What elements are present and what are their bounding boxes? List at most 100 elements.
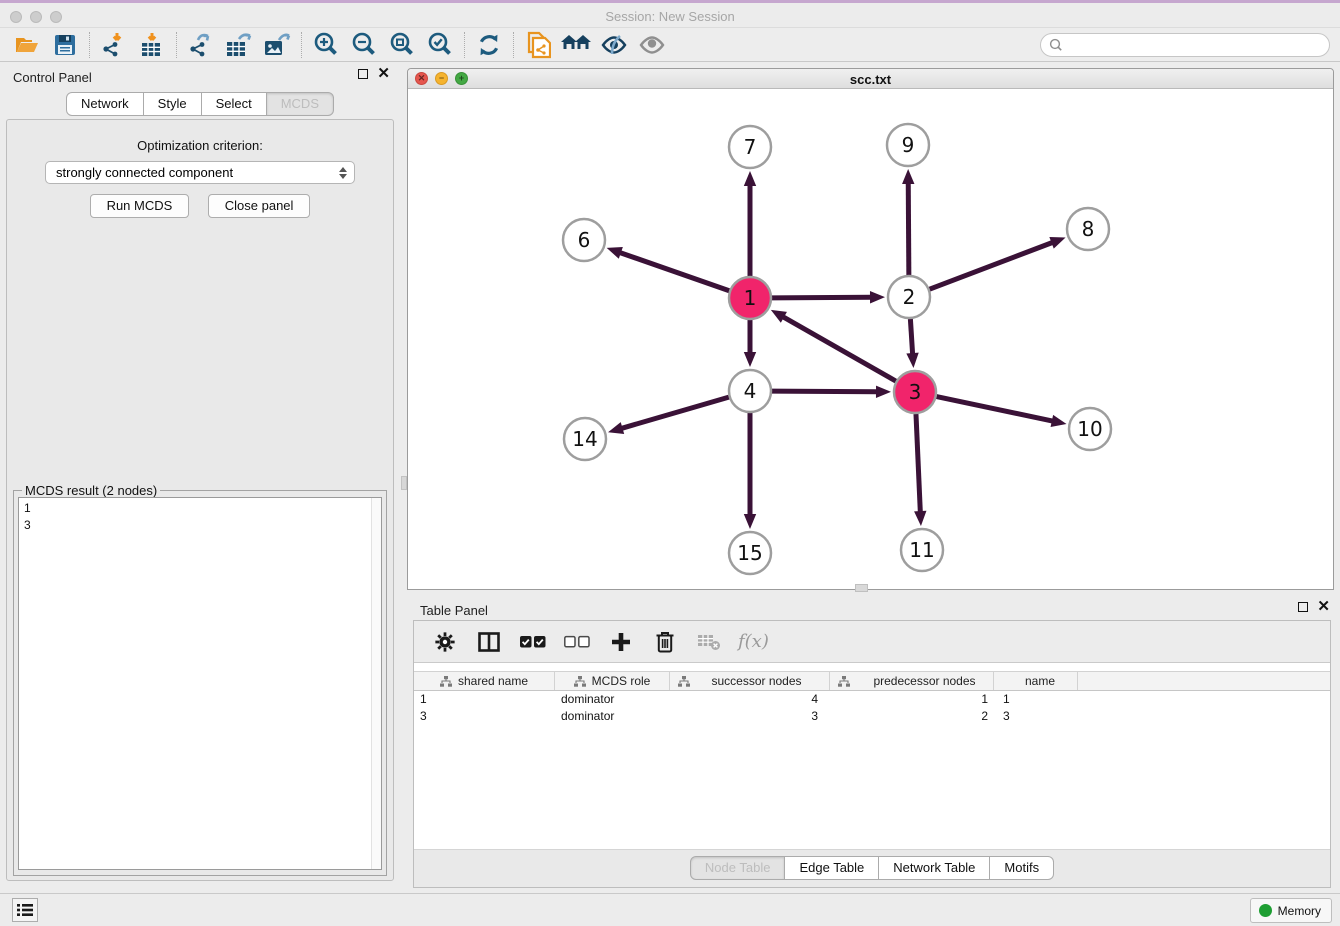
new-network-icon[interactable]	[519, 30, 557, 60]
graph-edge[interactable]	[916, 414, 920, 513]
table-toolbar: f(x)	[414, 621, 1330, 663]
graph-node-label: 6	[578, 228, 591, 252]
column-header-name[interactable]: name	[994, 672, 1078, 690]
export-image-icon[interactable]	[258, 30, 296, 60]
close-panel-button[interactable]: Close panel	[208, 194, 311, 218]
home-icon[interactable]	[557, 30, 595, 60]
control-panel: Control Panel ✕ Network Style Select MCD…	[0, 62, 400, 893]
zoom-fit-icon[interactable]	[383, 30, 421, 60]
status-bar: Memory	[0, 893, 1340, 926]
graph-edge[interactable]	[782, 316, 896, 381]
tab-node-table[interactable]: Node Table	[690, 856, 786, 880]
graph-edge-arrowhead	[870, 291, 885, 303]
search-input[interactable]	[1063, 38, 1329, 52]
memory-button[interactable]: Memory	[1250, 898, 1332, 923]
float-table-panel-icon[interactable]	[1298, 602, 1308, 612]
toolbar-separator	[176, 32, 177, 58]
show-column-panel-icon[interactable]	[474, 627, 504, 657]
search-box[interactable]	[1040, 33, 1330, 57]
graph-edge[interactable]	[908, 182, 909, 275]
zoom-in-icon[interactable]	[307, 30, 345, 60]
graph-edge-arrowhead	[902, 169, 914, 184]
graph-edge[interactable]	[930, 242, 1054, 289]
open-session-icon[interactable]	[8, 30, 46, 60]
graph-edge[interactable]	[772, 391, 878, 392]
network-title: scc.txt	[408, 72, 1333, 87]
run-mcds-button[interactable]: Run MCDS	[90, 194, 190, 218]
mcds-result-fieldset: MCDS result (2 nodes) 1 3	[13, 490, 387, 876]
window-titlebar: Session: New Session	[0, 0, 1340, 28]
export-table-icon[interactable]	[220, 30, 258, 60]
column-header-shared-name[interactable]: shared name	[414, 672, 555, 690]
graph-edge-arrowhead	[744, 514, 756, 529]
cell-mcds-role[interactable]: dominator	[555, 691, 670, 708]
tab-mcds[interactable]: MCDS	[267, 92, 334, 116]
graph-edge[interactable]	[772, 297, 872, 298]
cell-mcds-role[interactable]: dominator	[555, 708, 670, 725]
graph-edge[interactable]	[910, 319, 912, 355]
export-network-icon[interactable]	[182, 30, 220, 60]
network-graph[interactable]: 1234678910111415	[408, 89, 1333, 589]
unselect-all-columns-icon[interactable]	[562, 627, 592, 657]
tab-motifs[interactable]: Motifs	[990, 856, 1054, 880]
optimization-criterion-select[interactable]: strongly connected component	[45, 161, 355, 184]
mcds-result-text[interactable]: 1 3	[18, 497, 382, 870]
tab-select[interactable]: Select	[202, 92, 267, 116]
import-table-icon[interactable]	[133, 30, 171, 60]
table-row[interactable]: 3 dominator 3 2 3	[414, 708, 1330, 725]
toolbar-separator	[301, 32, 302, 58]
cell-name[interactable]: 1	[994, 691, 1078, 708]
import-network-icon[interactable]	[95, 30, 133, 60]
table-header-row[interactable]: shared name MCDS role successor nodes pr…	[414, 671, 1330, 691]
task-history-button[interactable]	[12, 898, 38, 922]
delete-column-trash-icon[interactable]	[650, 627, 680, 657]
zoom-selected-icon[interactable]	[421, 30, 459, 60]
node-table[interactable]: shared name MCDS role successor nodes pr…	[414, 671, 1330, 725]
show-panel-eye-icon	[633, 30, 671, 60]
column-header-successor-nodes[interactable]: successor nodes	[670, 672, 830, 690]
graph-edge[interactable]	[621, 397, 729, 429]
refresh-layout-icon[interactable]	[470, 30, 508, 60]
save-session-icon[interactable]	[46, 30, 84, 60]
network-window-titlebar[interactable]: ✕ − + scc.txt	[408, 69, 1333, 89]
column-header-predecessor-nodes[interactable]: predecessor nodes	[830, 672, 994, 690]
graph-node-label: 14	[572, 427, 597, 451]
graph-node-label: 3	[909, 380, 922, 404]
network-canvas[interactable]: 1234678910111415	[408, 89, 1333, 589]
result-scrollbar[interactable]	[371, 498, 381, 869]
cell-predecessor-nodes[interactable]: 1	[830, 691, 994, 708]
search-icon	[1049, 38, 1063, 52]
graph-edge[interactable]	[937, 397, 1054, 422]
graph-node-label: 2	[903, 285, 916, 309]
table-settings-gear-icon[interactable]	[430, 627, 460, 657]
create-column-plus-icon[interactable]	[606, 627, 636, 657]
column-header-mcds-role[interactable]: MCDS role	[555, 672, 670, 690]
graph-node-label: 11	[909, 538, 934, 562]
graph-node-label: 1	[744, 286, 757, 310]
graph-edge[interactable]	[619, 252, 729, 291]
select-all-columns-icon[interactable]	[518, 627, 548, 657]
tab-style[interactable]: Style	[144, 92, 202, 116]
close-panel-icon[interactable]: ✕	[377, 69, 390, 79]
graph-edge-arrowhead	[608, 422, 624, 434]
tab-edge-table[interactable]: Edge Table	[785, 856, 879, 880]
table-row[interactable]: 1 dominator 4 1 1	[414, 691, 1330, 708]
cell-predecessor-nodes[interactable]: 2	[830, 708, 994, 725]
cell-shared-name[interactable]: 3	[414, 708, 555, 725]
network-resize-grip[interactable]	[855, 584, 868, 592]
column-type-icon	[678, 676, 690, 687]
cell-successor-nodes[interactable]: 4	[670, 691, 830, 708]
cell-shared-name[interactable]: 1	[414, 691, 555, 708]
session-title: Session: New Session	[0, 9, 1340, 24]
tab-network-table[interactable]: Network Table	[879, 856, 990, 880]
mcds-panel: Optimization criterion: strongly connect…	[6, 119, 394, 881]
float-panel-icon[interactable]	[358, 69, 368, 79]
cell-name[interactable]: 3	[994, 708, 1078, 725]
cell-successor-nodes[interactable]: 3	[670, 708, 830, 725]
tab-network[interactable]: Network	[66, 92, 144, 116]
control-panel-title: Control Panel	[13, 70, 92, 85]
hide-panel-eye-icon[interactable]	[595, 30, 633, 60]
optimization-criterion-label: Optimization criterion:	[7, 138, 393, 153]
close-table-panel-icon[interactable]: ✕	[1317, 602, 1330, 612]
zoom-out-icon[interactable]	[345, 30, 383, 60]
